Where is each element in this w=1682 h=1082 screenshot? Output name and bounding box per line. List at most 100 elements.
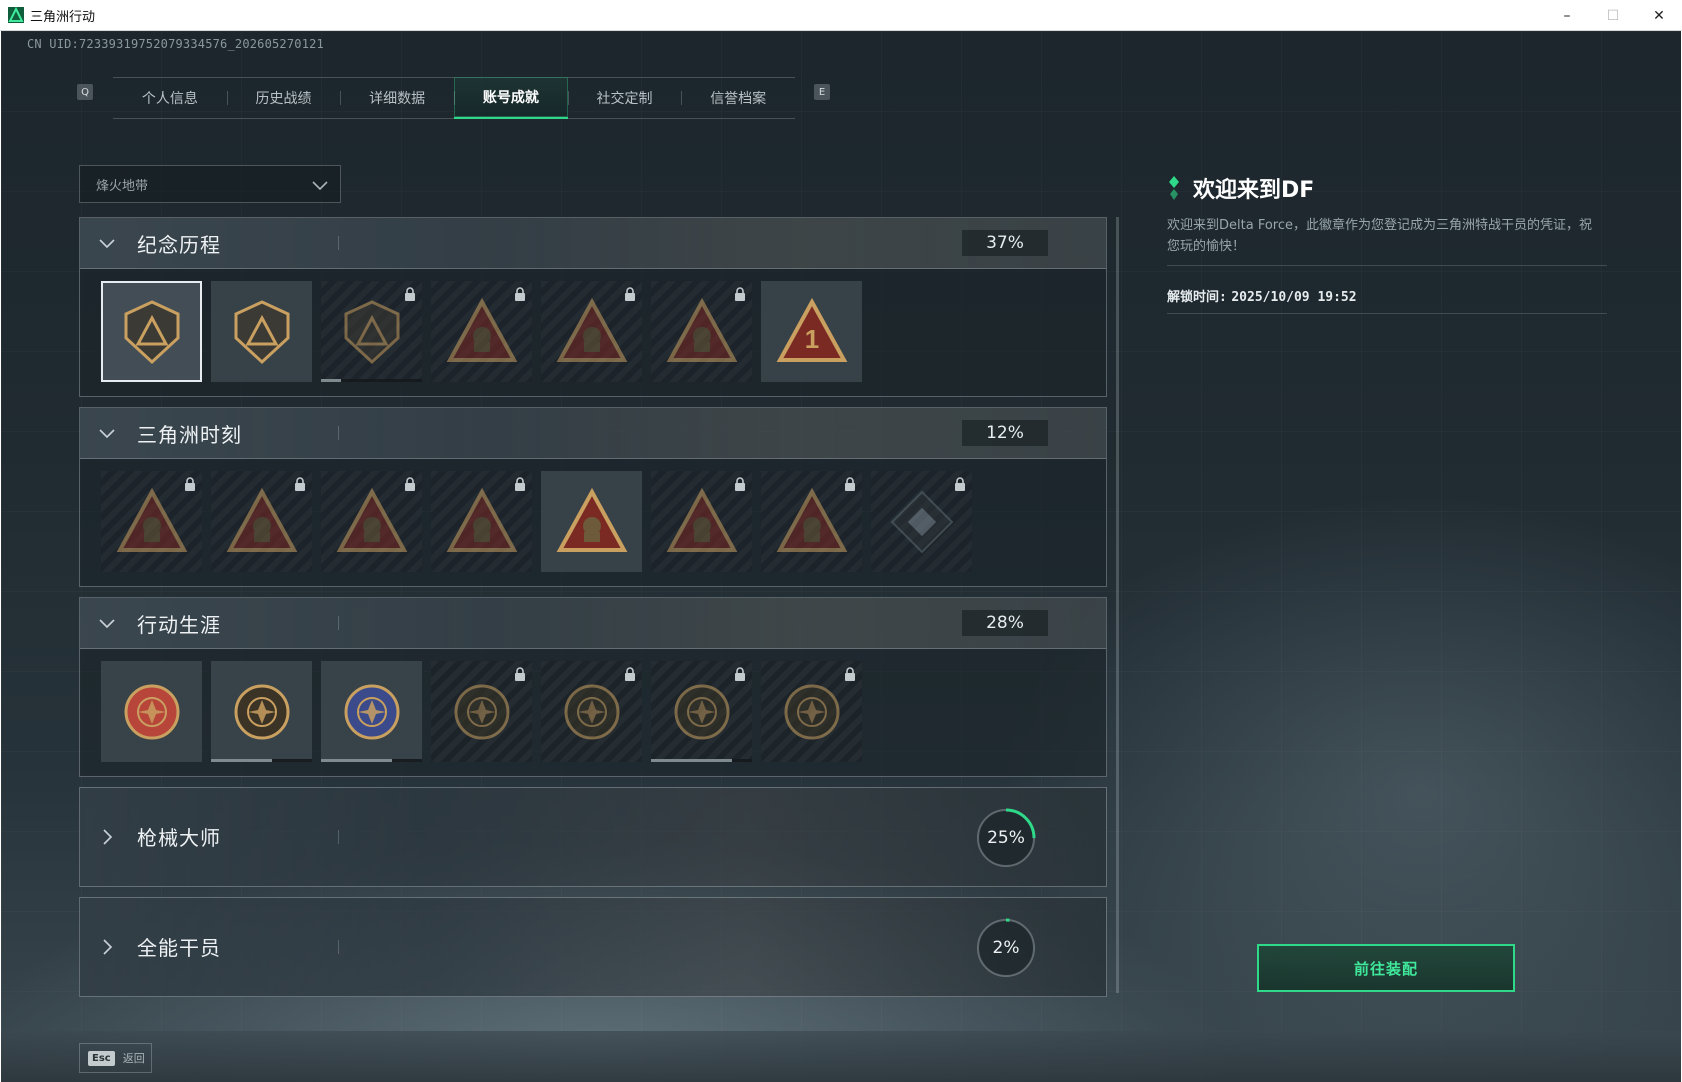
lock-icon [735, 287, 745, 301]
back-button[interactable]: Esc 返回 [79, 1043, 152, 1073]
mask-triangle-icon [226, 487, 297, 552]
lock-icon [625, 667, 635, 681]
section-divider [338, 426, 339, 440]
police-badge-icon [344, 684, 399, 739]
profile-tabs: 个人信息 历史战绩 详细数据 账号成就 社交定制 信誉档案 [113, 77, 795, 119]
tab-prev-key[interactable]: Q [77, 84, 93, 100]
chevron-down-icon [312, 181, 328, 191]
fish-triangle-icon [776, 487, 847, 552]
lock-icon [405, 477, 415, 491]
achievement-medal[interactable] [101, 661, 202, 762]
lock-icon [845, 667, 855, 681]
robot-triangle-icon [116, 487, 187, 552]
cube-diamond-icon [890, 490, 953, 553]
lock-icon [515, 667, 525, 681]
section-title: 枪械大师 [137, 826, 221, 850]
achievement-medal[interactable] [431, 661, 532, 762]
section-divider [338, 830, 339, 844]
medal-progress [321, 379, 422, 382]
achievement-medal[interactable] [431, 471, 532, 572]
diamond-marker-icon [1169, 176, 1179, 200]
orb-badge-icon [564, 684, 619, 739]
player-uid: CN UID:7233931975207933457​6_20260527012… [27, 37, 324, 51]
section-title: 全能干员 [137, 936, 221, 960]
tab-personal-info[interactable]: 个人信息 [113, 77, 227, 119]
achievement-medal[interactable] [211, 281, 312, 382]
tab-achievements[interactable]: 账号成就 [454, 77, 568, 119]
medal-progress [211, 759, 312, 762]
tab-social-custom[interactable]: 社交定制 [567, 77, 682, 119]
go-to-equip-button[interactable]: 前往装配 [1257, 944, 1515, 992]
achievement-medal[interactable] [541, 471, 642, 572]
medal-row [101, 661, 862, 762]
medal-detail-panel: 欢迎来到DF 欢迎来到Delta Force，此徽章作为您登记成为三角洲特战干员… [1167, 171, 1607, 314]
maximize-button[interactable]: ☐ [1590, 0, 1636, 31]
achievement-medal[interactable]: 1 [761, 281, 862, 382]
section-percent: 12% [962, 420, 1048, 446]
achievement-medal[interactable] [651, 471, 752, 572]
tab-match-history[interactable]: 历史战绩 [226, 77, 341, 119]
achievement-medal[interactable] [541, 661, 642, 762]
achievement-medal[interactable] [211, 661, 312, 762]
crossed-rifles-triangle-icon [666, 297, 737, 362]
achievement-medal[interactable] [761, 471, 862, 572]
medal-title: 欢迎来到DF [1193, 178, 1315, 203]
lock-icon [185, 477, 195, 491]
helicopter-shield-icon [234, 299, 289, 364]
achievement-medal[interactable] [871, 471, 972, 572]
unlock-time: 解锁时间: 2025/10/09 19:52 [1167, 286, 1607, 314]
mode-dropdown[interactable]: 烽火地带 [79, 165, 341, 203]
rider-triangle-icon [336, 487, 407, 552]
hooded-figure-triangle-icon [556, 297, 627, 362]
squad-triangle-icon [556, 487, 627, 552]
skull-target-icon [674, 684, 729, 739]
achievement-medal[interactable] [211, 471, 312, 572]
medal-progress [321, 759, 422, 762]
mode-dropdown-value: 烽火地带 [96, 178, 149, 194]
lock-icon [955, 477, 965, 491]
achievement-medal[interactable] [101, 281, 202, 382]
soldier-triangle-icon [446, 297, 517, 362]
lock-icon [845, 477, 855, 491]
lock-icon [295, 477, 305, 491]
lock-icon [405, 287, 415, 301]
tab-next-key[interactable]: E [814, 84, 830, 100]
lock-icon [625, 287, 635, 301]
chevron-down-icon [99, 239, 115, 249]
achievement-section-collapsed[interactable]: 枪械大师 25% [79, 787, 1107, 887]
achievement-medal[interactable] [101, 471, 202, 572]
close-button[interactable]: ✕ [1636, 0, 1682, 31]
section-divider [338, 236, 339, 250]
achievement-medal[interactable] [541, 281, 642, 382]
section-header[interactable]: 三角洲时刻 12% [80, 408, 1106, 459]
achievement-medal[interactable] [431, 281, 532, 382]
section-percent: 25% [987, 828, 1025, 848]
minimize-button[interactable]: – [1544, 0, 1590, 31]
medal-row: 1 [101, 281, 862, 382]
tab-detailed-data[interactable]: 详细数据 [340, 77, 454, 119]
achievement-medal[interactable] [761, 661, 862, 762]
number-one-triangle-icon: 1 [776, 297, 847, 362]
achievement-section: 三角洲时刻 12% [79, 407, 1107, 587]
achievement-medal[interactable] [321, 661, 422, 762]
section-header[interactable]: 行动生涯 28% [80, 598, 1106, 649]
section-percent: 37% [962, 230, 1048, 256]
lock-icon [515, 477, 525, 491]
eye-badge-icon [784, 684, 839, 739]
scrollbar[interactable] [1116, 217, 1119, 993]
achievement-medal[interactable] [321, 471, 422, 572]
chevron-down-icon [99, 429, 115, 439]
tab-credit-record[interactable]: 信誉档案 [681, 77, 795, 119]
hex-shield-icon [344, 299, 399, 364]
section-header[interactable]: 纪念历程 37% [80, 218, 1106, 269]
achievement-medal[interactable] [321, 281, 422, 382]
achievement-section: 纪念历程 37% 1 [79, 217, 1107, 397]
chevron-badge-icon [234, 684, 289, 739]
achievement-medal[interactable] [651, 661, 752, 762]
section-title: 纪念历程 [137, 232, 221, 257]
unlock-time-label: 解锁时间: [1167, 290, 1227, 305]
achievement-medal[interactable] [651, 281, 752, 382]
achievement-section: 行动生涯 28% [79, 597, 1107, 777]
section-percent: 28% [962, 610, 1048, 636]
achievement-section-collapsed[interactable]: 全能干员 2% [79, 897, 1107, 997]
